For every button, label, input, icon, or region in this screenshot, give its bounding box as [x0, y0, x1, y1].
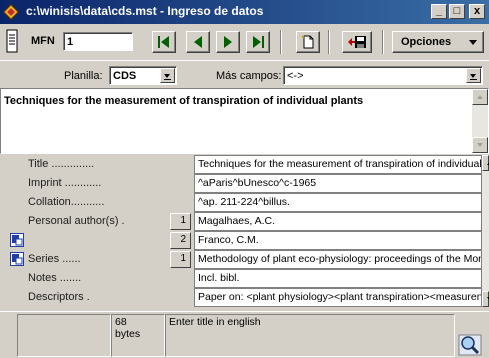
last-record-icon — [253, 36, 264, 48]
field-label: Title .............. — [28, 158, 95, 170]
grip-icon — [6, 29, 18, 53]
new-document-icon — [301, 35, 314, 49]
next-record-button[interactable] — [216, 31, 240, 53]
field-value[interactable]: Incl. bibl. — [194, 269, 482, 288]
save-icon — [348, 36, 366, 48]
window-title: c:\winisis\data\cds.mst - Ingreso de dat… — [26, 4, 264, 18]
field-label: Collation........... — [28, 196, 105, 208]
planilla-label: Planilla: — [64, 70, 103, 82]
field-label: Imprint ............ — [28, 177, 102, 189]
toolbar-separator — [382, 30, 384, 54]
minimize-button[interactable]: _ — [431, 4, 447, 19]
field-value[interactable]: Techniques for the measurement of transp… — [194, 155, 482, 174]
field-value[interactable]: Franco, C.M. — [194, 231, 482, 250]
field-help-panel: Enter title in english — [165, 314, 455, 357]
fields-scrollbar[interactable] — [482, 155, 489, 307]
field-label: Descriptors . — [28, 291, 90, 303]
save-record-button[interactable] — [342, 31, 372, 53]
field-value[interactable]: ^ap. 211-224^billus. — [194, 193, 482, 212]
field-row-collation[interactable]: Collation........... ^ap. 211-224^billus… — [0, 193, 482, 212]
scroll-down-button[interactable] — [482, 291, 489, 307]
title-bar: c:\winisis\data\cds.mst - Ingreso de dat… — [0, 0, 489, 24]
mas-campos-select[interactable]: <-> — [283, 66, 483, 85]
chevron-down-icon — [469, 40, 477, 45]
close-button[interactable]: x — [469, 4, 485, 19]
record-size-unit: bytes — [115, 328, 141, 340]
field-value[interactable]: ^aParis^bUnesco^c-1965 — [194, 174, 482, 193]
planilla-value: CDS — [113, 70, 137, 82]
field-value[interactable]: Magalhaes, A.C. — [194, 212, 482, 231]
mas-campos-value: <-> — [287, 70, 304, 82]
field-value[interactable]: Methodology of plant eco-physiology: pro… — [194, 250, 482, 269]
occurrence-number: 2 — [170, 232, 191, 249]
field-row-personal-author[interactable]: Personal author(s) . 1 Magalhaes, A.C. — [0, 212, 482, 231]
field-row-series[interactable]: Series ...... 1 Methodology of plant eco… — [0, 250, 482, 269]
new-record-button[interactable] — [296, 31, 320, 53]
mfn-input[interactable] — [63, 32, 133, 51]
scroll-up-button[interactable] — [482, 155, 489, 171]
first-record-icon — [158, 36, 169, 48]
field-label: Series ...... — [28, 253, 81, 265]
app-icon — [3, 4, 19, 20]
field-row-descriptors[interactable]: Descriptors . Paper on: <plant physiolog… — [0, 288, 482, 307]
planilla-select[interactable]: CDS — [109, 66, 177, 85]
previous-record-button[interactable] — [186, 31, 210, 53]
dropdown-arrow-icon[interactable] — [466, 68, 481, 83]
record-size-value: 68 — [115, 316, 127, 328]
fields-list: Title .............. Techniques for the … — [0, 155, 489, 311]
field-label: Personal author(s) . — [28, 215, 125, 227]
field-editor[interactable]: Techniques for the measurement of transp… — [0, 88, 489, 154]
field-help-text: Enter title in english — [169, 316, 261, 328]
dropdown-arrow-icon[interactable] — [160, 68, 175, 83]
repeat-field-icon — [12, 254, 23, 265]
next-record-icon — [224, 36, 232, 48]
field-value[interactable]: Paper on: <plant physiology><plant trans… — [194, 288, 482, 307]
field-label: Notes ....... — [28, 272, 82, 284]
previous-record-icon — [194, 36, 202, 48]
repeat-field-button[interactable] — [10, 233, 24, 247]
occurrence-number: 1 — [170, 213, 191, 230]
worksheet-bar: Planilla: CDS Más campos: <-> — [0, 60, 489, 88]
field-row-imprint[interactable]: Imprint ............ ^aParis^bUnesco^c-1… — [0, 174, 482, 193]
field-row-title[interactable]: Title .............. Techniques for the … — [0, 155, 482, 174]
opciones-dropdown[interactable]: Opciones — [392, 31, 484, 53]
scroll-up-button[interactable] — [472, 89, 488, 105]
last-record-button[interactable] — [246, 31, 270, 53]
editor-scrollbar[interactable] — [472, 89, 488, 153]
repeat-field-icon — [12, 235, 23, 246]
field-editor-text[interactable]: Techniques for the measurement of transp… — [4, 95, 363, 107]
repeat-field-button[interactable] — [10, 252, 24, 266]
status-bar: 68 bytes Enter title in english — [0, 311, 489, 358]
status-panel-empty — [17, 314, 111, 357]
toolbar: MFN Opciones — [0, 24, 489, 60]
opciones-label: Opciones — [401, 36, 452, 48]
first-record-button[interactable] — [152, 31, 176, 53]
mas-campos-label: Más campos: — [216, 70, 282, 82]
field-row-notes[interactable]: Notes ....... Incl. bibl. — [0, 269, 482, 288]
occurrence-number: 1 — [170, 251, 191, 268]
mfn-label: MFN — [31, 35, 55, 47]
field-row-personal-author-2[interactable]: 2 Franco, C.M. — [0, 231, 482, 250]
zoom-icon[interactable] — [458, 334, 482, 356]
scroll-down-button[interactable] — [472, 137, 488, 153]
record-size-panel: 68 bytes — [111, 314, 165, 357]
toolbar-separator — [280, 30, 282, 54]
restore-button[interactable]: □ — [449, 4, 465, 19]
toolbar-separator — [328, 30, 330, 54]
